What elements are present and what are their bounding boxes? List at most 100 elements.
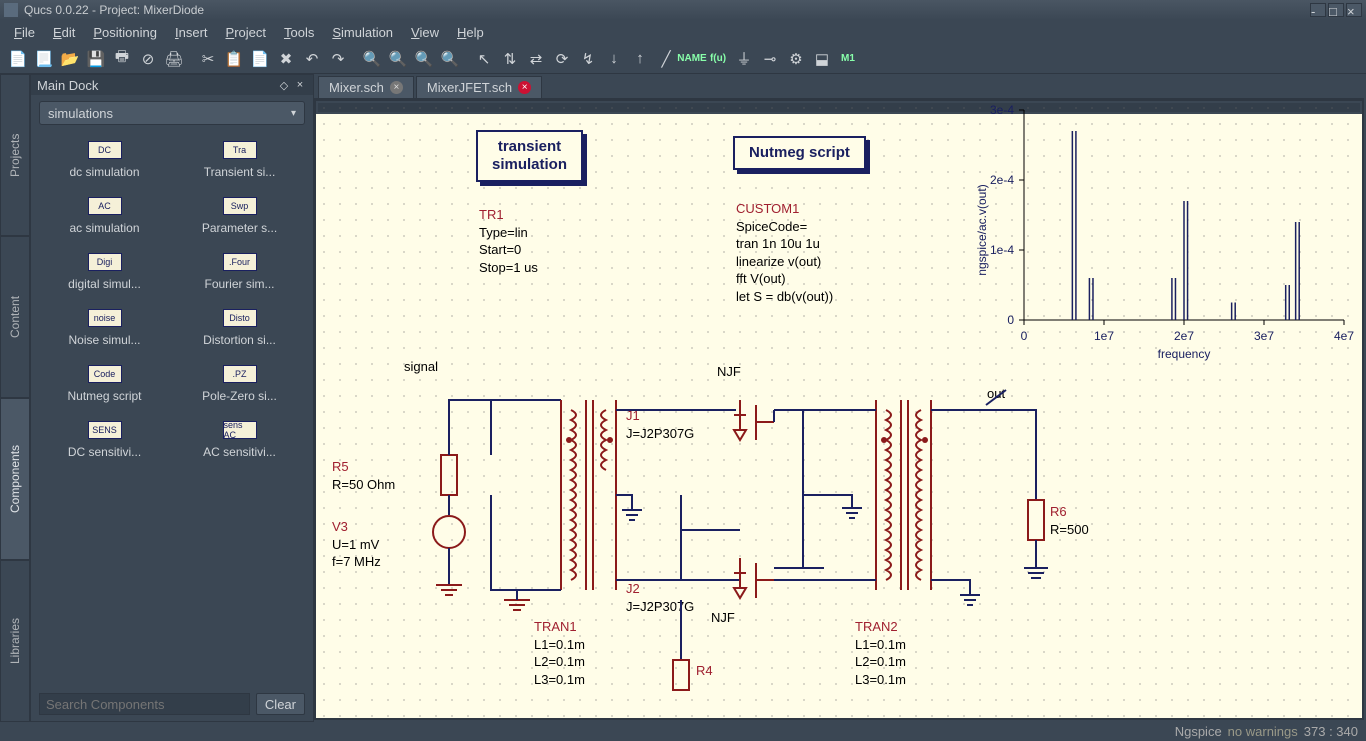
dock-float-icon[interactable]: ◇ xyxy=(277,78,291,92)
tab-bar: Mixer.sch×MixerJFET.sch× xyxy=(314,74,1366,98)
component-nutmeg-script[interactable]: CodeNutmeg script xyxy=(39,359,170,409)
sidetab-content[interactable]: Content xyxy=(0,236,30,398)
delete-icon[interactable]: ✖ xyxy=(274,47,298,71)
component-label: AC sensitivi... xyxy=(203,445,276,459)
component-label: Fourier sim... xyxy=(204,277,274,291)
component-label: dc simulation xyxy=(69,165,139,179)
component-dc-sensitivi---[interactable]: SENS DC sensitivi... xyxy=(39,415,170,465)
component-icon: .PZ xyxy=(223,365,257,383)
paste-icon[interactable]: 📄 xyxy=(248,47,272,71)
fft-chart: 01e72e73e74e7 01e-42e-43e-4 frequency ng… xyxy=(974,100,1354,370)
minimize-button[interactable]: ‐ xyxy=(1310,3,1326,17)
chart-ylabel: ngspice/ac.v(out) xyxy=(975,184,989,275)
tab-close-icon[interactable]: × xyxy=(518,81,531,94)
menu-help[interactable]: Help xyxy=(449,23,492,42)
tab-label: Mixer.sch xyxy=(329,80,384,95)
close-button[interactable]: × xyxy=(1346,3,1362,17)
tab-Mixer-sch[interactable]: Mixer.sch × xyxy=(318,76,414,98)
wire-icon[interactable]: ╱ xyxy=(654,47,678,71)
component-grid: DC dc simulation TraTransient si...ACac si… xyxy=(31,131,313,687)
component-icon: SENS xyxy=(88,421,122,439)
marker-icon[interactable]: M1 xyxy=(836,47,860,71)
component-pole-zero-si---[interactable]: .PZ Pole-Zero si... xyxy=(174,359,305,409)
dock-header: Main Dock ◇ × xyxy=(31,75,313,95)
svg-text:3e-4: 3e-4 xyxy=(990,103,1014,117)
insert-wire-up-icon[interactable]: ↑ xyxy=(628,47,652,71)
save-icon[interactable]: 💾 xyxy=(84,47,108,71)
svg-text:1e-4: 1e-4 xyxy=(990,243,1014,257)
dock-close-icon[interactable]: × xyxy=(293,78,307,92)
sidetab-libraries[interactable]: Libraries xyxy=(0,560,30,722)
menu-edit[interactable]: Edit xyxy=(45,23,83,42)
svg-text:2e7: 2e7 xyxy=(1174,329,1194,343)
component-digital-simul---[interactable]: Digi digital simul... xyxy=(39,247,170,297)
print-icon[interactable]: 🖨 xyxy=(162,47,186,71)
open-icon[interactable]: 📂 xyxy=(58,47,82,71)
tab-close-icon[interactable]: × xyxy=(390,81,403,94)
new-text-icon[interactable]: 📃 xyxy=(32,47,56,71)
menu-simulation[interactable]: Simulation xyxy=(324,23,401,42)
cut-icon[interactable]: ✂ xyxy=(196,47,220,71)
component-parameter-s---[interactable]: SwpParameter s... xyxy=(174,191,305,241)
zoom-in-icon[interactable]: 🔍 xyxy=(360,47,384,71)
menu-file[interactable]: File xyxy=(6,23,43,42)
select-icon[interactable]: ↖ xyxy=(472,47,496,71)
component-icon: Swp xyxy=(223,197,257,215)
menu-project[interactable]: Project xyxy=(218,23,274,42)
component-noise-simul---[interactable]: noiseNoise simul... xyxy=(39,303,170,353)
wire-label-icon[interactable]: NAME xyxy=(680,47,704,71)
svg-text:1e7: 1e7 xyxy=(1094,329,1114,343)
component-icon: Disto xyxy=(223,309,257,327)
component-distortion-si---[interactable]: Disto Distortion si... xyxy=(174,303,305,353)
deactivate-icon[interactable]: ↯ xyxy=(576,47,600,71)
zoom-reset-icon[interactable]: 🔍 xyxy=(438,47,462,71)
zoom-fit-icon[interactable]: 🔍 xyxy=(412,47,436,71)
maximize-button[interactable]: □ xyxy=(1328,3,1344,17)
tab-MixerJFET-sch[interactable]: MixerJFET.sch× xyxy=(416,76,542,98)
menu-positioning[interactable]: Positioning xyxy=(85,23,165,42)
insert-wire-down-icon[interactable]: ↓ xyxy=(602,47,626,71)
sidetab-components[interactable]: Components xyxy=(0,398,30,560)
svg-text:2e-4: 2e-4 xyxy=(990,173,1014,187)
component-icon: Digi xyxy=(88,253,122,271)
component-label: DC sensitivi... xyxy=(68,445,141,459)
component-label: ac simulation xyxy=(69,221,139,235)
new-file-icon[interactable]: 📄 xyxy=(6,47,30,71)
ground-icon[interactable]: ⏚ xyxy=(732,47,756,71)
menu-tools[interactable]: Tools xyxy=(276,23,322,42)
menu-view[interactable]: View xyxy=(403,23,447,42)
rotate-icon[interactable]: ⟳ xyxy=(550,47,574,71)
search-input[interactable] xyxy=(39,693,250,715)
component-transient-si---[interactable]: TraTransient si... xyxy=(174,135,305,185)
view-data-icon[interactable]: ⬓ xyxy=(810,47,834,71)
mirror-v-icon[interactable]: ⇅ xyxy=(498,47,522,71)
component-label: digital simul... xyxy=(68,277,141,291)
window-title: Qucs 0.0.22 - Project: MixerDiode xyxy=(24,3,1308,17)
component-label: Distortion si... xyxy=(203,333,276,347)
mirror-h-icon[interactable]: ⇄ xyxy=(524,47,548,71)
close-file-icon[interactable]: ⊘ xyxy=(136,47,160,71)
clear-button[interactable]: Clear xyxy=(256,693,305,715)
redo-icon[interactable]: ↷ xyxy=(326,47,350,71)
svg-text:0: 0 xyxy=(1021,329,1028,343)
component-icon: DC xyxy=(88,141,122,159)
category-combo[interactable]: simulations ▾ xyxy=(39,101,305,125)
simulate-icon[interactable]: ⚙ xyxy=(784,47,808,71)
zoom-out-icon[interactable]: 🔍 xyxy=(386,47,410,71)
component-dc-simulation[interactable]: DC dc simulation xyxy=(39,135,170,185)
component-fourier-sim---[interactable]: .FourFourier sim... xyxy=(174,247,305,297)
menu-insert[interactable]: Insert xyxy=(167,23,216,42)
undo-icon[interactable]: ↶ xyxy=(300,47,324,71)
component-ac-simulation[interactable]: ACac simulation xyxy=(39,191,170,241)
save-all-icon[interactable]: 🖶 xyxy=(110,47,134,71)
equation-icon[interactable]: f(u) xyxy=(706,47,730,71)
component-label: Pole-Zero si... xyxy=(202,389,277,403)
port-icon[interactable]: ⊸ xyxy=(758,47,782,71)
component-label: Noise simul... xyxy=(68,333,140,347)
status-engine: Ngspice xyxy=(1175,724,1222,739)
svg-text:3e7: 3e7 xyxy=(1254,329,1274,343)
schematic-canvas[interactable]: transient simulation TR1Type=linStart=0S… xyxy=(314,98,1364,720)
sidetab-projects[interactable]: Projects xyxy=(0,74,30,236)
component-ac-sensitivi---[interactable]: sens ACAC sensitivi... xyxy=(174,415,305,465)
copy-icon[interactable]: 📋 xyxy=(222,47,246,71)
